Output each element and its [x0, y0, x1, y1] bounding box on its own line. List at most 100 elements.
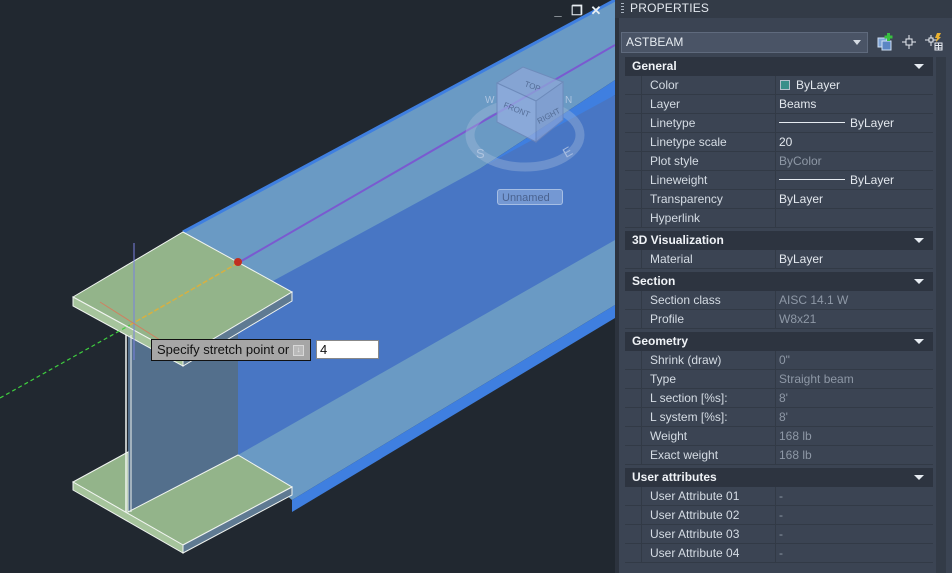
property-value[interactable]: 20	[775, 133, 933, 151]
property-row-user-attribute-01[interactable]: User Attribute 01-	[625, 487, 933, 506]
category-geometry[interactable]: Geometry	[625, 332, 933, 351]
panel-title: PROPERTIES	[630, 1, 710, 15]
property-value-text: 0"	[779, 353, 790, 367]
category-3d-visualization[interactable]: 3D Visualization	[625, 231, 933, 250]
collapse-triangle-icon[interactable]	[914, 339, 924, 344]
panel-scrollbar[interactable]	[936, 57, 946, 573]
collapse-triangle-icon[interactable]	[914, 238, 924, 243]
property-value[interactable]: -	[775, 487, 933, 505]
property-value[interactable]: W8x21	[775, 310, 933, 328]
toggle-pickadd-button[interactable]	[924, 32, 944, 52]
property-value[interactable]: 8'	[775, 389, 933, 407]
property-row-layer[interactable]: Layer Beams	[625, 95, 933, 114]
property-value-text: Straight beam	[779, 372, 854, 386]
property-value[interactable]: ByColor	[775, 152, 933, 170]
category-title: Geometry	[632, 334, 689, 348]
property-value[interactable]: AISC 14.1 W	[775, 291, 933, 309]
tracking-line-x	[0, 324, 131, 399]
minimize-viewport-button[interactable]: _	[550, 3, 566, 19]
property-name: Weight	[641, 427, 775, 445]
compass-s[interactable]: S	[476, 146, 485, 161]
property-name: L system [%s]:	[641, 408, 775, 426]
property-row-user-attribute-03[interactable]: User Attribute 03-	[625, 525, 933, 544]
property-value[interactable]: ByLayer	[775, 171, 933, 189]
object-type-value: ASTBEAM	[626, 35, 684, 49]
select-objects-button[interactable]	[899, 32, 919, 52]
category-section[interactable]: Section	[625, 272, 933, 291]
category-spacer	[625, 563, 933, 566]
down-arrow-icon[interactable]: ↓	[293, 345, 304, 356]
property-value[interactable]: 0"	[775, 351, 933, 369]
quick-select-icon	[877, 33, 893, 51]
property-value[interactable]: ByLayer	[775, 76, 933, 94]
property-row-plot-style[interactable]: Plot style ByColor	[625, 152, 933, 171]
property-row-type[interactable]: Type Straight beam	[625, 370, 933, 389]
property-value[interactable]: ByLayer	[775, 190, 933, 208]
collapse-triangle-icon[interactable]	[914, 64, 924, 69]
compass-w[interactable]: W	[485, 95, 495, 106]
restore-viewport-button[interactable]: ❐	[569, 3, 585, 19]
property-row-l-section-s[interactable]: L section [%s]: 8'	[625, 389, 933, 408]
property-value[interactable]: ByLayer	[775, 250, 933, 268]
property-value-text: -	[779, 546, 783, 560]
property-row-hyperlink[interactable]: Hyperlink	[625, 209, 933, 228]
compass-n[interactable]: N	[565, 95, 572, 106]
category-user-attributes[interactable]: User attributes	[625, 468, 933, 487]
command-prompt-tooltip: Specify stretch point or ↓	[151, 339, 311, 361]
panel-title-bar[interactable]: PROPERTIES	[615, 0, 952, 18]
property-value[interactable]: ByLayer	[775, 114, 933, 132]
property-value[interactable]: Straight beam	[775, 370, 933, 388]
property-name: Hyperlink	[641, 209, 775, 227]
property-value[interactable]: 8'	[775, 408, 933, 426]
property-row-weight[interactable]: Weight 168 lb	[625, 427, 933, 446]
property-value-text: 8'	[779, 410, 788, 424]
property-value-text: -	[779, 527, 783, 541]
beam-3d-model[interactable]: TOP FRONT RIGHT W N S E	[0, 0, 615, 573]
property-row-user-attribute-02[interactable]: User Attribute 02-	[625, 506, 933, 525]
property-value[interactable]: Beams	[775, 95, 933, 113]
panel-resize-edge[interactable]	[615, 0, 619, 573]
grip-icon[interactable]	[621, 3, 624, 15]
property-name: Material	[641, 250, 775, 268]
property-value[interactable]: -	[775, 506, 933, 524]
property-row-shrink-draw[interactable]: Shrink (draw) 0"	[625, 351, 933, 370]
collapse-triangle-icon[interactable]	[914, 279, 924, 284]
grip-point[interactable]	[234, 258, 242, 266]
property-name: Transparency	[641, 190, 775, 208]
property-name: L section [%s]:	[641, 389, 775, 407]
property-row-profile[interactable]: Profile W8x21	[625, 310, 933, 329]
property-value[interactable]	[775, 209, 933, 227]
property-value[interactable]: -	[775, 544, 933, 562]
property-row-material[interactable]: Material ByLayer	[625, 250, 933, 269]
drawing-viewport[interactable]: TOP FRONT RIGHT W N S E _ ❐ ✕ Unnamed Sp…	[0, 0, 615, 573]
property-value-text: 168 lb	[779, 448, 812, 462]
property-row-l-system-s[interactable]: L system [%s]: 8'	[625, 408, 933, 427]
properties-panel: PROPERTIES ASTBEAM General Color ByLayer…	[615, 0, 952, 573]
dynamic-input-field[interactable]	[316, 340, 379, 359]
property-row-lineweight[interactable]: Lineweight ByLayer	[625, 171, 933, 190]
property-name: Layer	[641, 95, 775, 113]
property-row-color[interactable]: Color ByLayer	[625, 76, 933, 95]
named-view-label: Unnamed	[502, 192, 550, 204]
property-value[interactable]: 168 lb	[775, 427, 933, 445]
category-general[interactable]: General	[625, 57, 933, 76]
property-name: Exact weight	[641, 446, 775, 464]
property-row-linetype-scale[interactable]: Linetype scale 20	[625, 133, 933, 152]
property-row-transparency[interactable]: Transparency ByLayer	[625, 190, 933, 209]
toggle-pickadd-icon	[925, 33, 943, 51]
close-viewport-button[interactable]: ✕	[588, 3, 604, 19]
property-row-linetype[interactable]: Linetype ByLayer	[625, 114, 933, 133]
property-row-user-attribute-04[interactable]: User Attribute 04-	[625, 544, 933, 563]
quick-select-button[interactable]	[876, 32, 896, 52]
property-name: Shrink (draw)	[641, 351, 775, 369]
property-value[interactable]: -	[775, 525, 933, 543]
property-row-section-class[interactable]: Section class AISC 14.1 W	[625, 291, 933, 310]
property-name: Section class	[641, 291, 775, 309]
property-row-exact-weight[interactable]: Exact weight 168 lb	[625, 446, 933, 465]
property-value[interactable]: 168 lb	[775, 446, 933, 464]
property-name: Lineweight	[641, 171, 775, 189]
named-view-dropdown[interactable]: Unnamed	[497, 189, 563, 205]
property-name: Linetype scale	[641, 133, 775, 151]
object-type-dropdown[interactable]: ASTBEAM	[621, 32, 868, 53]
collapse-triangle-icon[interactable]	[914, 475, 924, 480]
